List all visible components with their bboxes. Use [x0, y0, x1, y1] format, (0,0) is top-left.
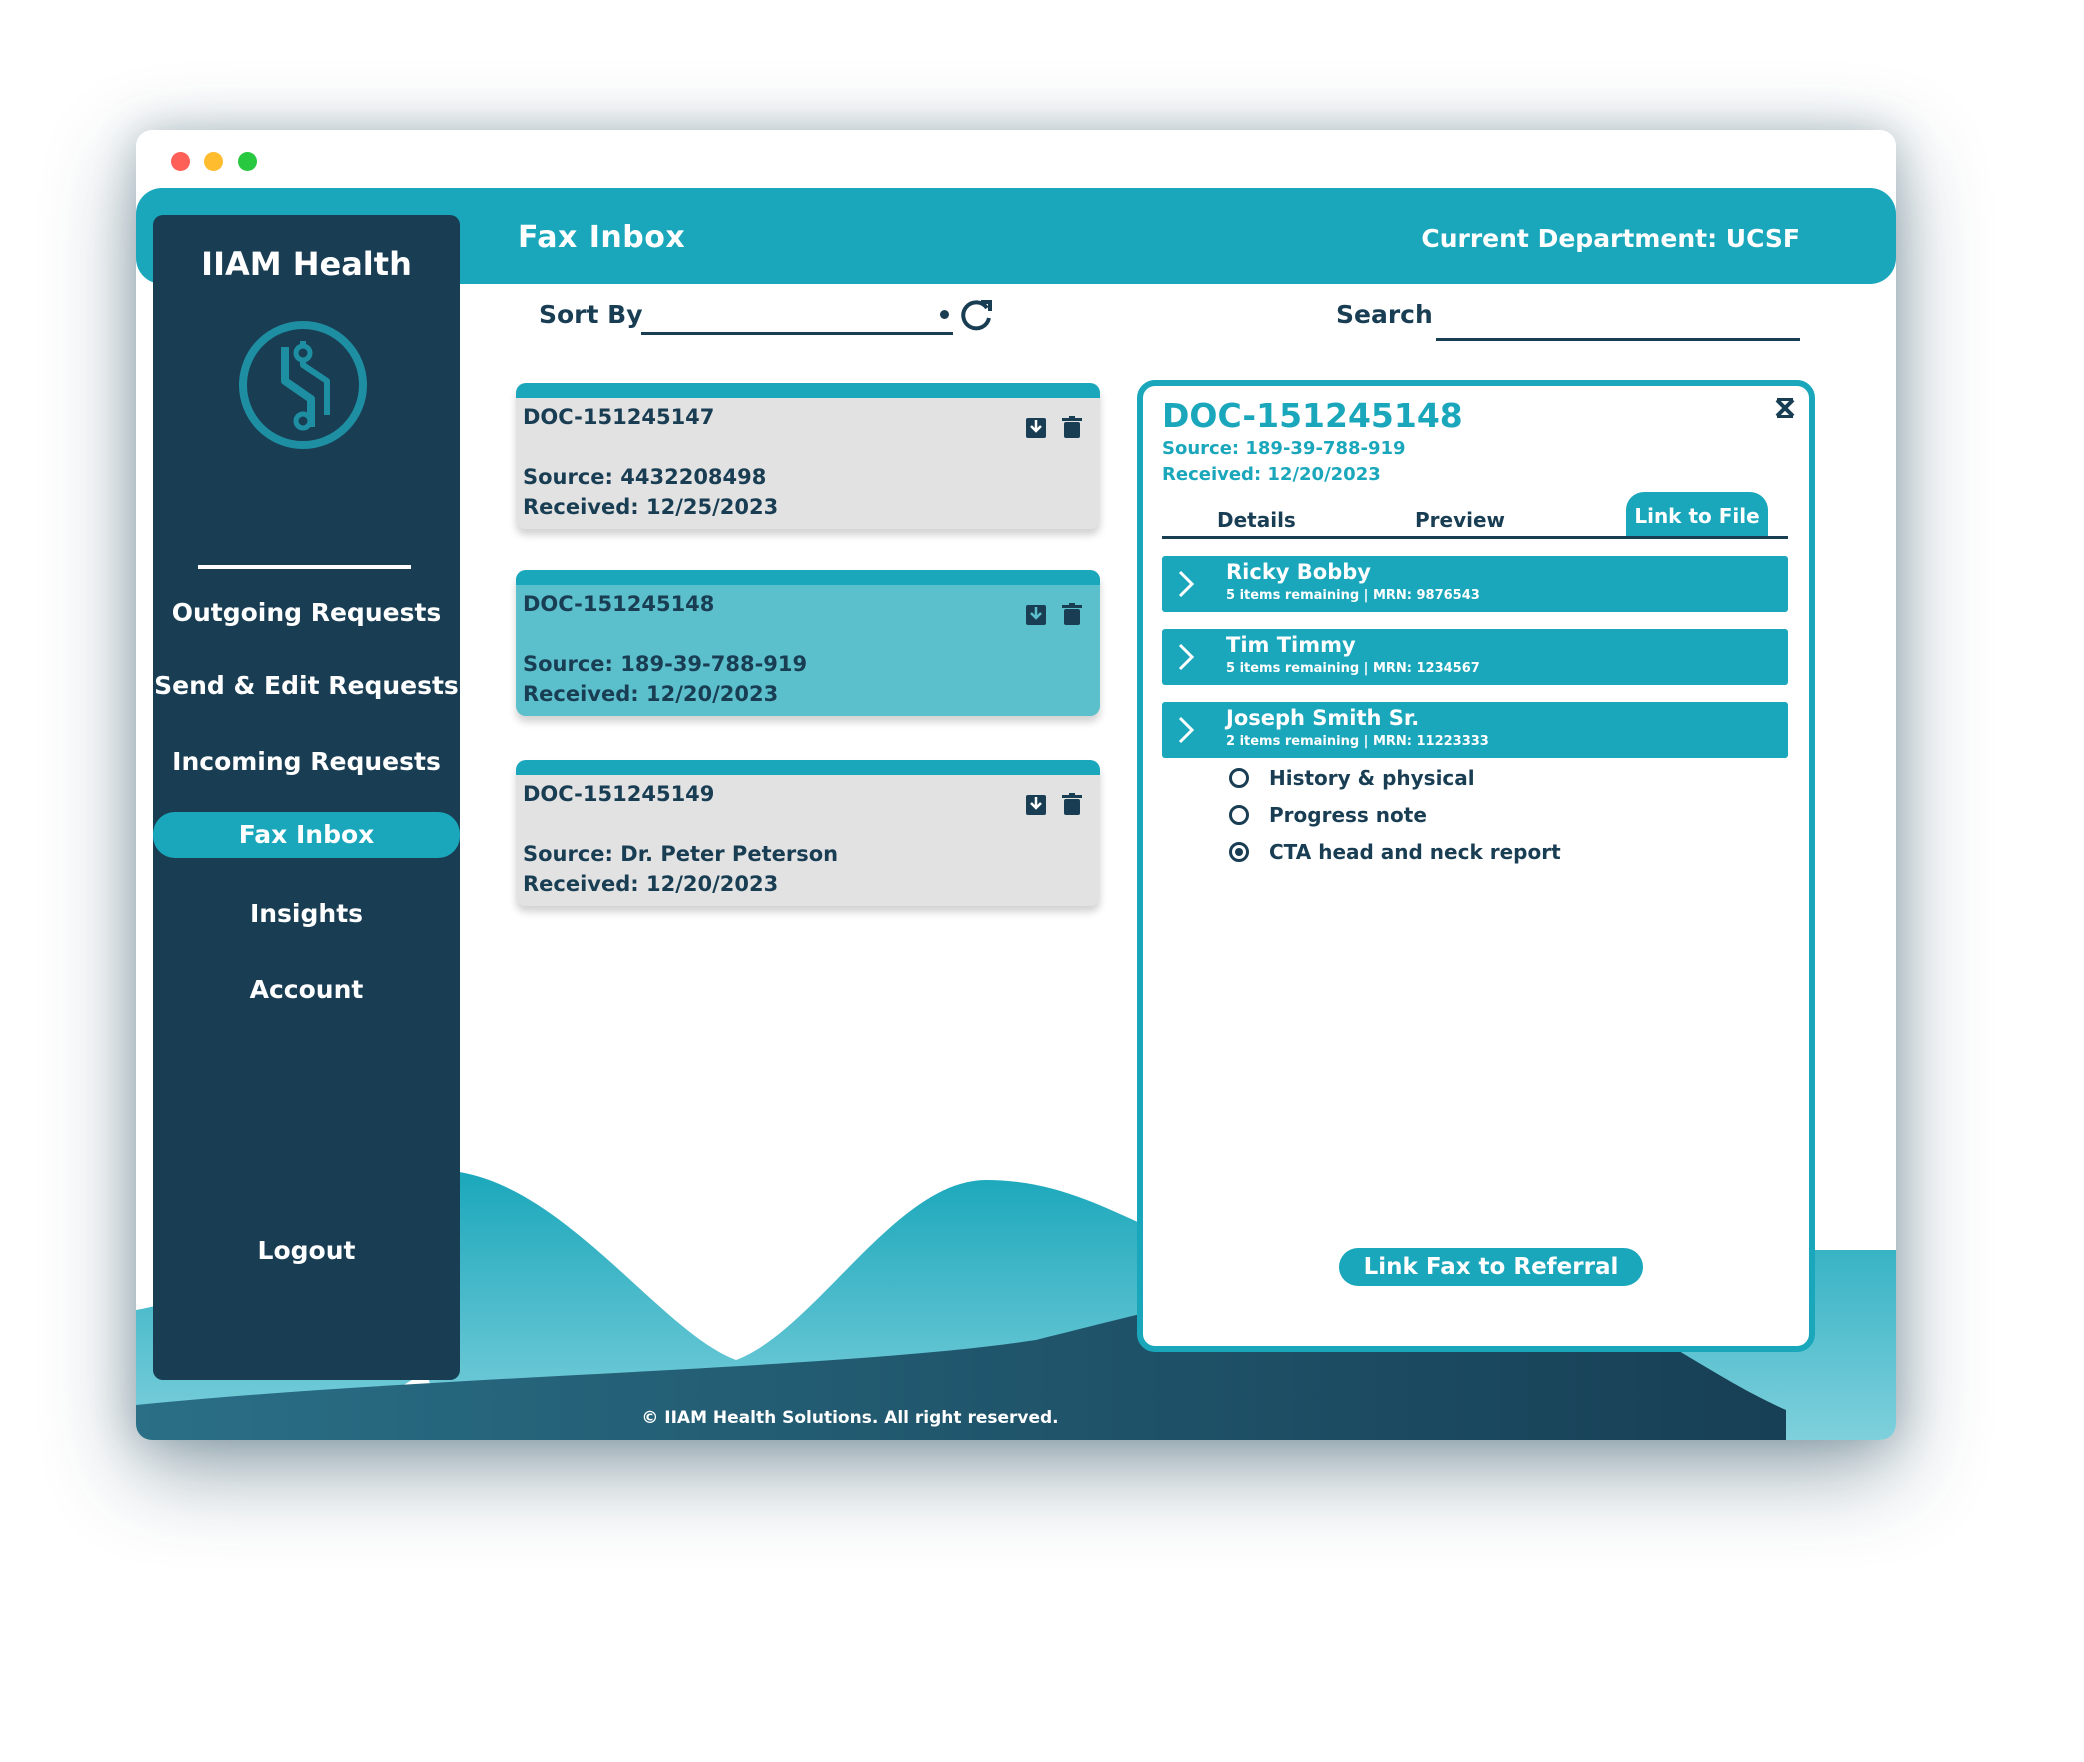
patient-name: Ricky Bobby: [1226, 560, 1371, 584]
fax-received: Received: 12/20/2023: [523, 872, 779, 896]
tab-underline: [1162, 536, 1788, 539]
fax-doc-id: DOC-151245147: [523, 405, 715, 429]
fax-card-selected[interactable]: DOC-151245148 Source: 189-39-788-919 Rec…: [516, 570, 1100, 716]
radio-button[interactable]: [1229, 768, 1249, 788]
patient-row[interactable]: Tim Timmy 5 items remaining | MRN: 12345…: [1162, 629, 1788, 685]
fax-card-bar: [516, 383, 1100, 398]
refresh-icon[interactable]: [960, 298, 994, 332]
sidebar-divider: [198, 565, 411, 569]
fax-source: Source: Dr. Peter Peterson: [523, 842, 839, 866]
trash-icon[interactable]: [1062, 603, 1082, 625]
search-input[interactable]: [1436, 302, 1800, 341]
app-window: Fax Inbox Current Department: UCSF © IIA…: [136, 130, 1896, 1440]
sort-by-select[interactable]: [641, 332, 953, 335]
window-minimize-button[interactable]: [204, 152, 223, 171]
fax-detail-panel: DOC-151245148 Source: 189-39-788-919 Rec…: [1137, 380, 1815, 1352]
patient-row[interactable]: Joseph Smith Sr. 2 items remaining | MRN…: [1162, 702, 1788, 758]
chevron-right-icon: [1178, 716, 1194, 744]
sort-by-label: Sort By: [539, 300, 643, 329]
fax-doc-id: DOC-151245149: [523, 782, 715, 806]
detail-doc-id: DOC-151245148: [1162, 396, 1463, 435]
sidebar-item-incoming-requests[interactable]: Incoming Requests: [153, 747, 460, 776]
fax-received: Received: 12/25/2023: [523, 495, 779, 519]
download-icon[interactable]: [1026, 416, 1046, 438]
link-fax-to-referral-button[interactable]: Link Fax to Referral: [1339, 1248, 1643, 1286]
search-label: Search: [1336, 300, 1433, 329]
fax-card-bar: [516, 760, 1100, 775]
radio-button-selected[interactable]: [1229, 842, 1249, 862]
tab-details[interactable]: Details: [1217, 508, 1296, 532]
trash-icon[interactable]: [1062, 793, 1082, 815]
fax-card[interactable]: DOC-151245147 Source: 4432208498 Receive…: [516, 383, 1100, 529]
tab-preview[interactable]: Preview: [1415, 508, 1505, 532]
close-icon[interactable]: [1775, 398, 1795, 418]
page-title: Fax Inbox: [518, 220, 686, 255]
sidebar-item-insights[interactable]: Insights: [153, 899, 460, 928]
patient-meta: 5 items remaining | MRN: 9876543: [1226, 588, 1480, 603]
document-label: CTA head and neck report: [1269, 840, 1561, 864]
fax-doc-id: DOC-151245148: [523, 592, 715, 616]
link-to-file-button[interactable]: Link to File: [1626, 492, 1768, 536]
sort-dropdown-indicator: [940, 310, 949, 319]
footer-copyright: © IIAM Health Solutions. All right reser…: [641, 1408, 1059, 1428]
window-close-button[interactable]: [171, 152, 190, 171]
fax-card[interactable]: DOC-151245149 Source: Dr. Peter Peterson…: [516, 760, 1100, 906]
patient-meta: 5 items remaining | MRN: 1234567: [1226, 661, 1480, 676]
document-label: Progress note: [1269, 803, 1427, 827]
window-maximize-button[interactable]: [238, 152, 257, 171]
radio-button[interactable]: [1229, 805, 1249, 825]
patient-row[interactable]: Ricky Bobby 5 items remaining | MRN: 987…: [1162, 556, 1788, 612]
detail-received: Received: 12/20/2023: [1162, 464, 1381, 485]
circuit-logo-icon: [239, 321, 367, 449]
fax-source: Source: 4432208498: [523, 465, 767, 489]
brand-name: IIAM Health: [201, 245, 412, 283]
fax-source: Source: 189-39-788-919: [523, 652, 808, 676]
logout-link[interactable]: Logout: [153, 1236, 460, 1265]
detail-source: Source: 189-39-788-919: [1162, 438, 1406, 459]
chevron-right-icon: [1178, 570, 1194, 598]
download-icon[interactable]: [1026, 603, 1046, 625]
sidebar-item-send-edit-requests[interactable]: Send & Edit Requests: [153, 671, 460, 700]
trash-icon[interactable]: [1062, 416, 1082, 438]
download-icon[interactable]: [1026, 793, 1046, 815]
sidebar-item-outgoing-requests[interactable]: Outgoing Requests: [153, 598, 460, 627]
current-department: Current Department: UCSF: [1421, 224, 1800, 253]
patient-meta: 2 items remaining | MRN: 11223333: [1226, 734, 1489, 749]
patient-name: Tim Timmy: [1226, 633, 1356, 657]
fax-card-bar: [516, 570, 1100, 585]
sidebar-item-fax-inbox[interactable]: Fax Inbox: [153, 812, 460, 858]
document-label: History & physical: [1269, 766, 1475, 790]
fax-received: Received: 12/20/2023: [523, 682, 779, 706]
patient-name: Joseph Smith Sr.: [1226, 706, 1420, 730]
sidebar-item-account[interactable]: Account: [153, 975, 460, 1004]
sidebar: IIAM Health Outgoing Requests Send & Edi…: [153, 215, 460, 1380]
chevron-right-icon: [1178, 643, 1194, 671]
